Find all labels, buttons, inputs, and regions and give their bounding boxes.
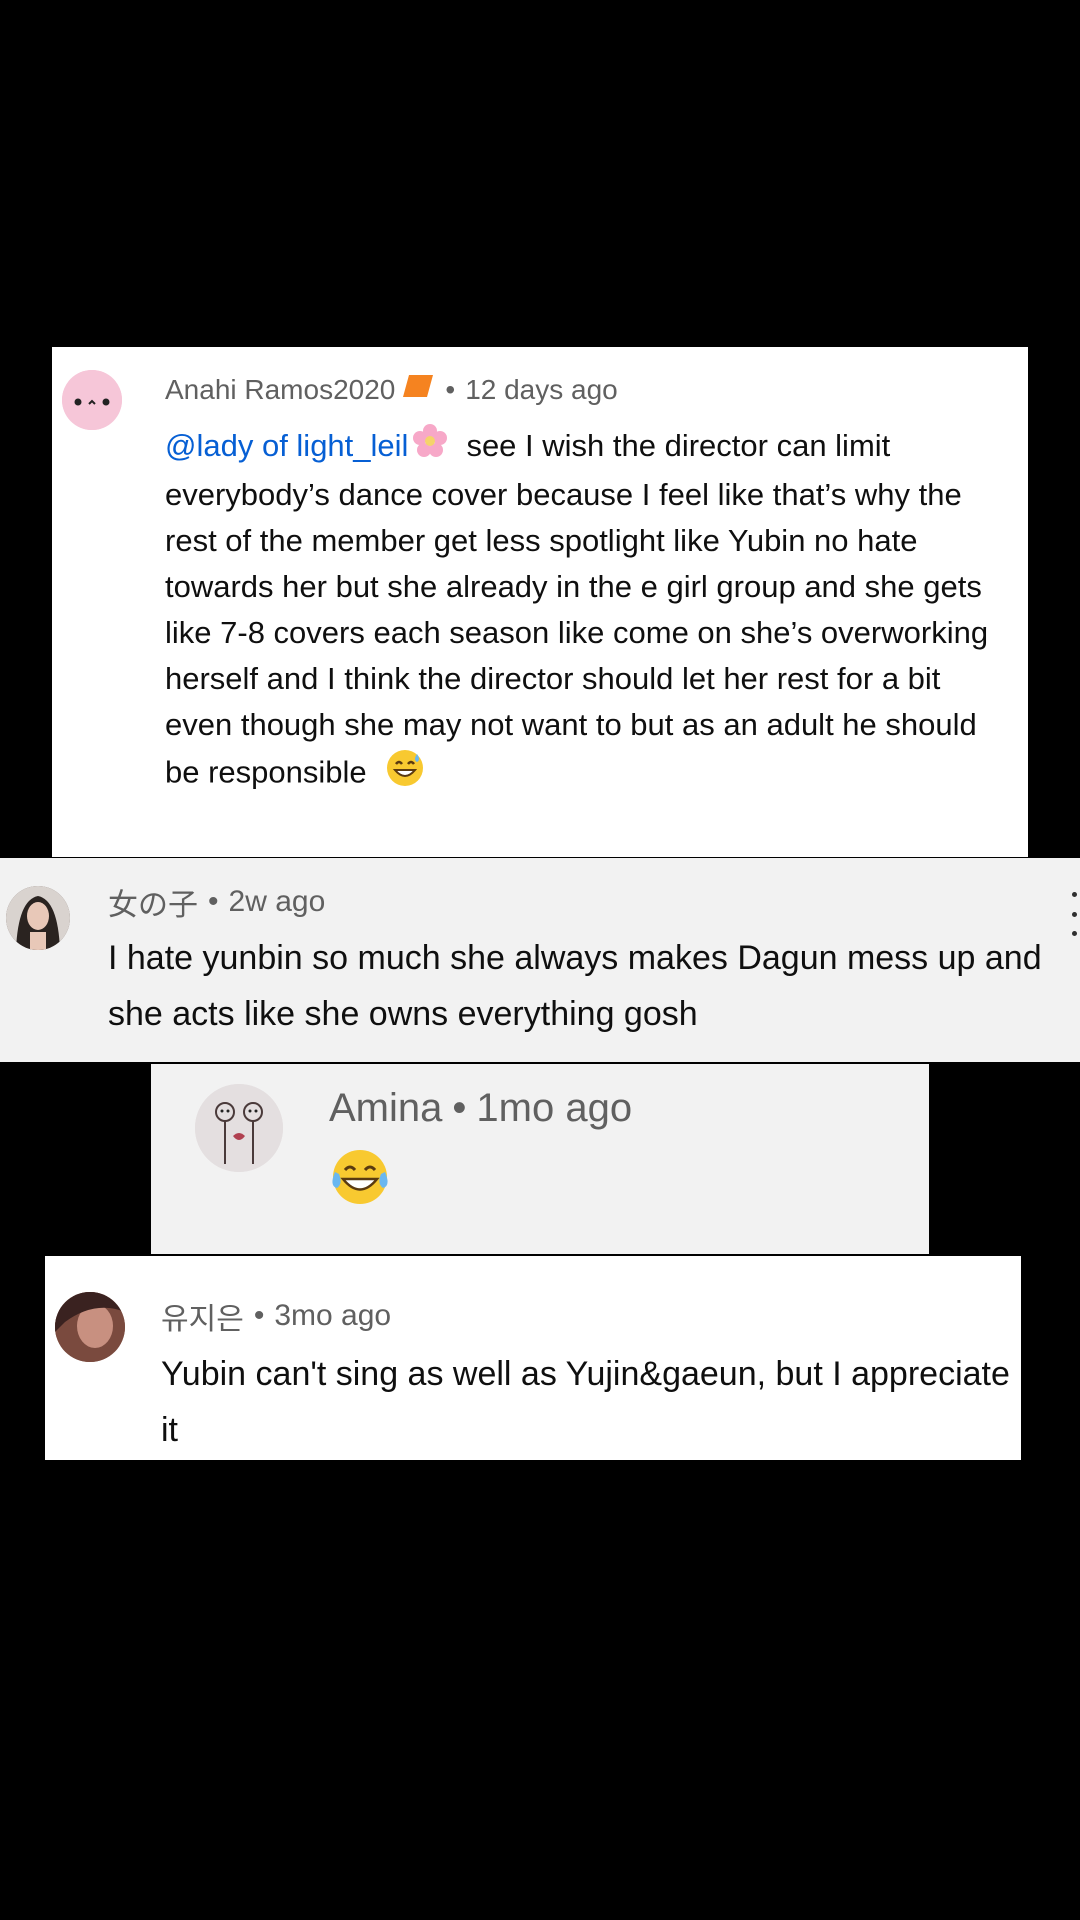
more-vertical-icon[interactable] (1068, 892, 1080, 936)
avatar[interactable] (195, 1084, 283, 1172)
comment-meta: 유지은 • 3mo ago (161, 1294, 391, 1338)
orange-badge-icon (401, 373, 435, 406)
grinning-sweat-emoji-icon (385, 748, 425, 801)
timestamp[interactable]: 3mo ago (274, 1299, 391, 1333)
comment-body: see I wish the director can limit everyb… (165, 428, 989, 790)
comment-card: Anahi Ramos2020 • 12 days ago @lady of l… (52, 347, 1028, 857)
avatar[interactable] (6, 886, 70, 950)
separator: • (208, 885, 219, 918)
author-name[interactable]: 女の子 (108, 880, 198, 924)
comment-card: 유지은 • 3mo ago Yubin can't sing as well a… (45, 1256, 1021, 1460)
separator: • (445, 373, 456, 405)
comment-meta: 女の子 • 2w ago (108, 880, 325, 924)
author-name[interactable]: 유지은 (161, 1294, 244, 1338)
separator: • (253, 1299, 265, 1332)
author-name[interactable]: Anahi Ramos2020 (165, 374, 395, 406)
comment-meta: Anahi Ramos2020 • 12 days ago (165, 373, 618, 406)
cherry-blossom-emoji-icon (412, 423, 448, 472)
comment-card: Amina • 1mo ago (151, 1064, 929, 1254)
author-name[interactable]: Amina (329, 1086, 442, 1131)
avatar[interactable] (55, 1292, 125, 1362)
timestamp[interactable]: 2w ago (229, 885, 326, 919)
timestamp[interactable]: 1mo ago (476, 1086, 632, 1131)
comment-text: I hate yunbin so much she always makes D… (108, 939, 1042, 1033)
comment-meta: Amina • 1mo ago (329, 1086, 632, 1131)
avatar[interactable] (62, 370, 122, 430)
timestamp[interactable]: 12 days ago (465, 374, 618, 406)
separator: • (452, 1086, 467, 1130)
comment-text: @lady of light_leil see I wish the direc… (165, 423, 1015, 801)
comment-text: Yubin can't sing as well as Yujin&gaeun,… (161, 1355, 1010, 1449)
comment-card: 女の子 • 2w ago I hate yunbin so much she a… (0, 858, 1080, 1062)
tears-of-joy-emoji-icon (329, 1146, 391, 1213)
mention-link[interactable]: @lady of light_leil (165, 428, 408, 463)
